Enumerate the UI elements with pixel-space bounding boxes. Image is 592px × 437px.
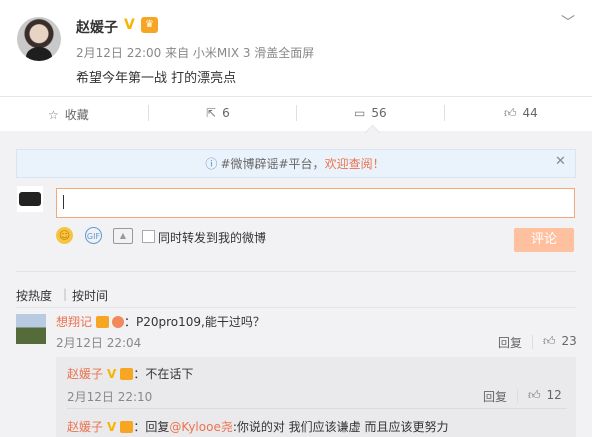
- divider: [16, 271, 576, 272]
- author-avatar[interactable]: [17, 17, 61, 61]
- info-icon: ⓘ: [205, 157, 218, 171]
- commenter-name[interactable]: 想翔记: [56, 315, 92, 329]
- post-text: 希望今年第一战 打的漂亮点: [76, 71, 237, 86]
- thumbs-up-icon: 👍︎: [528, 388, 541, 402]
- divider: [517, 389, 518, 403]
- my-avatar: [17, 186, 43, 212]
- repost-checkbox[interactable]: [142, 230, 155, 243]
- comment-button[interactable]: ▭ 56: [354, 106, 387, 120]
- star-icon: ☆: [48, 108, 59, 122]
- reply-button[interactable]: 回复: [498, 334, 522, 351]
- reply-author-name[interactable]: 赵媛子: [67, 420, 103, 434]
- reply-like-button[interactable]: 👍︎ 12: [528, 388, 562, 403]
- text-cursor: [63, 195, 64, 209]
- close-icon[interactable]: ✕: [555, 154, 566, 169]
- sort-separator: |: [63, 287, 68, 301]
- emoji-icon[interactable]: ☺: [56, 227, 73, 244]
- reply-author-name[interactable]: 赵媛子: [67, 367, 103, 381]
- vip-icon: [112, 316, 125, 328]
- repost-icon: ⇱: [206, 106, 217, 120]
- reply-text: ：不在话下: [133, 367, 194, 381]
- author-name[interactable]: 赵媛子: [76, 17, 118, 37]
- comment-line: 想翔记 ：P20pro109,能干过吗？: [56, 313, 265, 330]
- repost-button[interactable]: ⇱ 6: [206, 106, 230, 120]
- repost-checkbox-label: 同时转发到我的微博: [158, 231, 267, 245]
- chevron-down-icon[interactable]: ﹀: [561, 12, 575, 32]
- crown-icon: ♛: [141, 17, 158, 33]
- gif-icon[interactable]: GIF: [85, 227, 102, 244]
- notice-link[interactable]: 欢迎查阅！: [325, 157, 385, 171]
- commenter-avatar[interactable]: [16, 314, 46, 344]
- notice-text: ⓘ #微博辟谣#平台，欢迎查阅！: [205, 157, 385, 171]
- reply-button[interactable]: 回复: [483, 388, 507, 405]
- divider: [296, 105, 297, 121]
- thumbs-up-icon: 👍︎: [504, 106, 517, 120]
- divider: [67, 408, 567, 409]
- mention-link[interactable]: @Kylooe尧: [169, 420, 233, 434]
- divider: [444, 105, 445, 121]
- reply-text: :你说的对 我们应该谦虚 而且应该更努力: [232, 420, 449, 434]
- like-button[interactable]: 👍︎ 44: [504, 106, 538, 121]
- crown-icon: [120, 421, 134, 433]
- image-icon[interactable]: ▲: [113, 228, 133, 244]
- divider: [16, 307, 576, 308]
- comment-icon: ▭: [354, 106, 366, 120]
- post-meta: 2月12日 22:00 来自 小米MIX 3 滑盖全面屏: [76, 46, 315, 60]
- crown-icon: [120, 368, 134, 380]
- favorite-button[interactable]: ☆ 收藏: [48, 106, 89, 123]
- sort-by-time[interactable]: 按时间: [72, 287, 108, 304]
- sort-by-hot[interactable]: 按热度: [16, 287, 52, 304]
- verified-badge-icon: V: [124, 17, 135, 33]
- divider: [148, 105, 149, 121]
- submit-comment-button[interactable]: 评论: [514, 228, 574, 252]
- comment-text: ：P20pro109,能干过吗？: [124, 315, 265, 329]
- verified-badge-icon: V: [107, 420, 117, 434]
- comment-time: 2月12日 22:04: [56, 336, 142, 350]
- reply-line: 赵媛子 V ：不在话下: [67, 365, 193, 382]
- thumbs-up-icon: 👍︎: [543, 334, 556, 348]
- comment-input[interactable]: [56, 188, 575, 218]
- reply-line: 赵媛子 V ：回复@Kylooe尧:你说的对 我们应该谦虚 而且应该更努力: [67, 420, 449, 434]
- reply-time: 2月12日 22:10: [67, 390, 153, 404]
- divider: [532, 335, 533, 349]
- crown-icon: [96, 316, 110, 328]
- verified-badge-icon: V: [107, 367, 117, 381]
- comment-like-button[interactable]: 👍︎ 23: [543, 334, 577, 349]
